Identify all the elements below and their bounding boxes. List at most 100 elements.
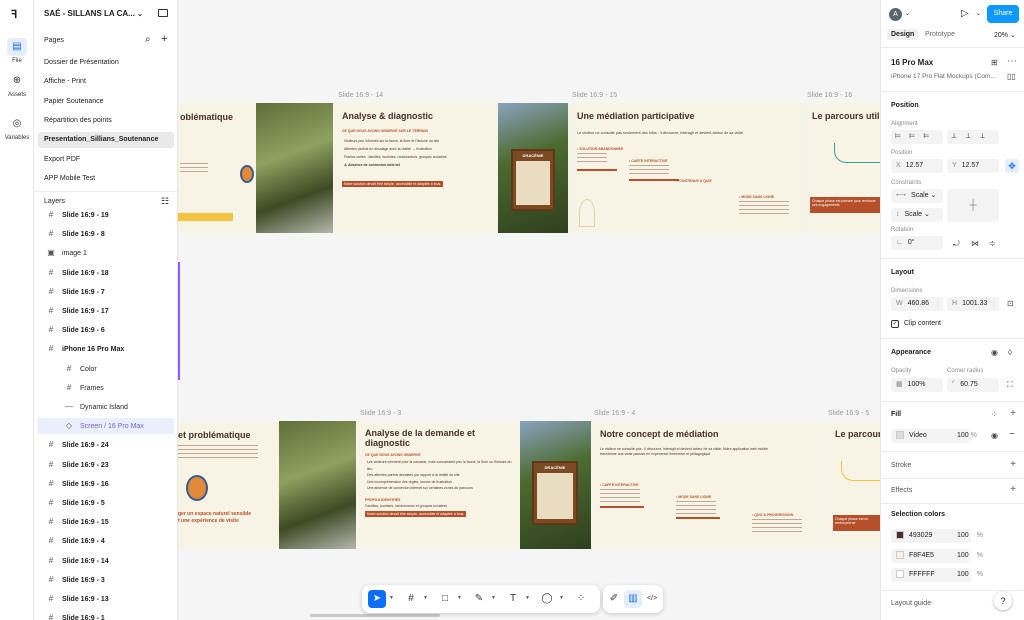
slide-frame[interactable]: Analyse de la demande et diagnostic CE Q… [357, 421, 591, 549]
layer-item[interactable]: # Slide 16:9 - 5 [38, 495, 174, 511]
layer-item[interactable]: # Slide 16:9 - 24 [38, 437, 174, 453]
effects-header[interactable]: Effects [891, 487, 912, 494]
remove-fill-icon[interactable]: − [1009, 429, 1015, 440]
shape-tool[interactable]: □ [436, 590, 454, 608]
chevron-down-icon[interactable]: ▼ [559, 595, 564, 601]
resize-icon[interactable]: ⊡ [1007, 299, 1014, 308]
eye-icon[interactable]: ◉ [991, 348, 998, 357]
frame-label[interactable]: Slide 16:9 - 14 [338, 92, 383, 99]
slide-frame[interactable]: et problématique ger un espace naturel s… [178, 421, 356, 549]
page-item[interactable]: Export PDF [38, 152, 174, 168]
collapse-layers-icon[interactable]: ☷ [161, 196, 169, 207]
layer-item[interactable]: # Slide 16:9 - 18 [38, 265, 174, 281]
comment-tool[interactable]: ◯ [538, 590, 556, 608]
help-button[interactable]: ? [994, 592, 1012, 610]
slide-frame[interactable]: oblématique [178, 103, 333, 233]
page-item[interactable]: Répartition des points [38, 113, 174, 129]
layer-item[interactable]: # Slide 16:9 - 1 [38, 610, 174, 620]
draw-mode[interactable]: ✐ [605, 590, 623, 608]
pen-tool[interactable]: ✎ [470, 590, 488, 608]
avatar[interactable]: A [889, 8, 902, 21]
flip-vertical-icon[interactable]: ≑ [989, 239, 996, 248]
layer-item[interactable]: # Slide 16:9 - 15 [38, 514, 174, 530]
slide-frame[interactable]: Le parcour Chaque phase est en renforçan… [827, 421, 880, 549]
layout-guide-header[interactable]: Layout guide [891, 600, 931, 607]
canvas[interactable]: Slide 16:9 - 14 Slide 16:9 - 15 Slide 16… [178, 0, 880, 620]
vertical-align-group[interactable]: ⊥⊥⊥ [947, 130, 999, 144]
file-tab[interactable]: ▤ File [4, 38, 30, 64]
slide-frame[interactable]: Le parcours util Chaque phase est pensée… [804, 103, 880, 233]
horizontal-scrollbar[interactable] [310, 614, 440, 617]
project-name[interactable]: SAÉ - SILLANS LA CA... ⌄ [44, 9, 143, 18]
y-field[interactable]: Y 12.57 [947, 159, 999, 173]
layer-item[interactable]: # Slide 16:9 - 14 [38, 553, 174, 569]
layer-item[interactable]: # Slide 16:9 - 13 [38, 591, 174, 607]
page-item[interactable]: Papier Soutenance [38, 94, 174, 110]
share-button[interactable]: Share [987, 5, 1019, 23]
color-opacity[interactable]: 100% [957, 532, 983, 539]
flip-horizontal-icon[interactable]: ⋈ [971, 239, 979, 248]
text-tool[interactable]: T [504, 590, 522, 608]
tab-design[interactable]: Design [887, 29, 919, 40]
layer-item[interactable]: # Slide 16:9 - 17 [38, 303, 174, 319]
add-effect-icon[interactable]: + [1010, 484, 1016, 495]
layer-item[interactable]: ◇ Screen / 16 Pro Max [38, 418, 174, 435]
chevron-down-icon[interactable]: ⌄ [905, 10, 910, 17]
tab-prototype[interactable]: Prototype [925, 31, 955, 38]
layer-item[interactable]: ▣ image 1 [38, 245, 174, 261]
horizontal-constraint[interactable]: ⟷ Scale ⌄ [891, 189, 943, 203]
opacity-field[interactable]: ▦ 100% [891, 378, 943, 392]
layer-item[interactable]: # Frames [38, 380, 174, 396]
book-icon[interactable]: ▯▯ [1007, 72, 1016, 81]
variables-tab[interactable]: ◎ Variables [4, 115, 30, 141]
slide-frame[interactable]: Une médiation participative Le visiteur … [569, 103, 803, 233]
width-field[interactable]: W 460.86 [891, 297, 943, 311]
constraints-widget[interactable]: ┼ [947, 189, 999, 222]
chevron-down-icon[interactable]: ▼ [491, 595, 496, 601]
add-stroke-icon[interactable]: + [1010, 459, 1016, 470]
layer-item[interactable]: # Slide 16:9 - 3 [38, 572, 174, 588]
rotation-field[interactable]: ∟ 0° [891, 236, 943, 250]
chevron-down-icon[interactable]: ▼ [525, 595, 530, 601]
frame-label[interactable]: Slide 16:9 - 4 [594, 410, 635, 417]
color-opacity[interactable]: 100% [957, 571, 983, 578]
vertical-constraint[interactable]: ↕ Scale ⌄ [891, 208, 943, 222]
layer-item[interactable]: # Slide 16:9 - 8 [38, 226, 174, 242]
page-item[interactable]: Presentation_Sillians_Soutenance [38, 132, 174, 149]
page-item[interactable]: APP Mobile Test [38, 171, 174, 187]
chevron-down-icon[interactable]: ▼ [423, 595, 428, 601]
dev-mode[interactable]: </> [643, 590, 661, 608]
assets-tab[interactable]: ⊕ Assets [4, 72, 30, 98]
page-item[interactable]: Dossier de Présentation [38, 55, 174, 71]
layer-item[interactable]: # Color [38, 361, 174, 377]
layer-item[interactable]: — Dynamic Island [38, 399, 174, 415]
slide-frame[interactable]: Notre concept de médiation Le visiteur n… [592, 421, 826, 549]
layer-item[interactable]: # Slide 16:9 - 6 [38, 322, 174, 338]
play-icon[interactable]: ▷ [961, 8, 969, 19]
chevron-down-icon[interactable]: ⌄ [976, 10, 981, 17]
component-name[interactable]: iPhone 17 Pro Flat Mockups (Com... [891, 73, 996, 80]
slide-frame[interactable]: Analyse & diagnostic CE QUE NOUS AVONS O… [334, 103, 568, 233]
chevron-down-icon[interactable]: ▼ [389, 595, 394, 601]
x-field[interactable]: X 12.57 [891, 159, 943, 173]
layer-item[interactable]: # Slide 16:9 - 16 [38, 476, 174, 492]
color-opacity[interactable]: 100% [957, 552, 983, 559]
clip-content-checkbox[interactable]: ✓ [891, 320, 899, 328]
layer-item[interactable]: # iPhone 16 Pro Max [38, 341, 174, 357]
frame-label[interactable]: Slide 16:9 - 3 [360, 410, 401, 417]
horizontal-align-group[interactable]: ⊨⊨⊨ [891, 130, 943, 144]
zoom-level[interactable]: 20% ⌄ [994, 31, 1016, 39]
layer-item[interactable]: # Slide 16:9 - 23 [38, 457, 174, 473]
stroke-header[interactable]: Stroke [891, 462, 911, 469]
independent-corners-icon[interactable]: ⛶ [1007, 380, 1013, 390]
add-fill-icon[interactable]: + [1010, 408, 1016, 419]
fill-opacity[interactable]: 100 % [957, 432, 977, 439]
layer-item[interactable]: # Slide 16:9 - 19 [38, 207, 174, 223]
more-icon[interactable]: ⋯ [1007, 56, 1017, 67]
styles-icon[interactable]: ⁘ [991, 410, 998, 419]
frame-label[interactable]: Slide 16:9 - 16 [807, 92, 852, 99]
chevron-down-icon[interactable]: ▼ [457, 595, 462, 601]
height-field[interactable]: H 1001.33 [947, 297, 999, 311]
frame-label[interactable]: Slide 16:9 - 15 [572, 92, 617, 99]
constraints-icon[interactable]: ✥ [1005, 159, 1019, 173]
